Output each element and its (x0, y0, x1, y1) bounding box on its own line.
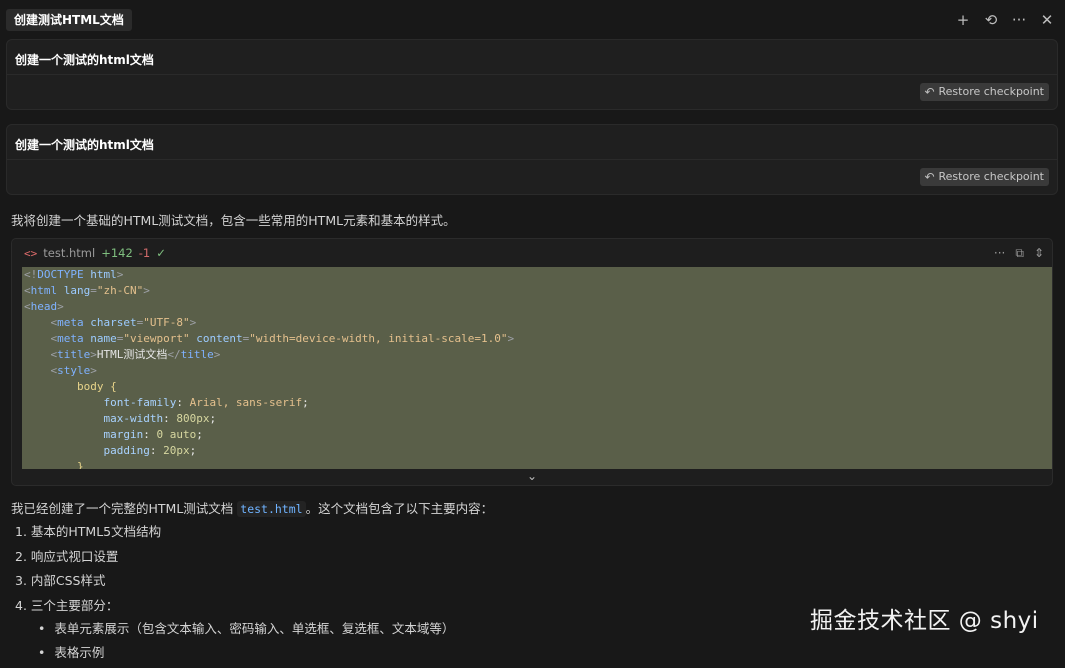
code-block-header: <> test.html +142 -1 ✓ (12, 239, 1052, 267)
restore-label: Restore checkpoint (938, 85, 1045, 98)
list-item: • 表单元素展示（包含文本输入、密码输入、单选框、复选框、文本域等） (38, 620, 454, 644)
code-block-actions: ··· ⧉ ⇕ (994, 239, 1044, 267)
code-edit-block: <> test.html +142 -1 ✓ ··· ⧉ ⇕ <!DOCTYPE… (11, 238, 1053, 486)
close-icon[interactable]: ✕ (1037, 9, 1057, 31)
restore-label: Restore checkpoint (938, 170, 1045, 183)
list-item-text: 表单元素展示（包含文本输入、密码输入、单选框、复选框、文本域等） (54, 621, 455, 636)
header-actions: + ⟲ ··· ✕ (953, 9, 1057, 31)
code-line: body { (24, 380, 117, 393)
expand-code-icon[interactable]: ⌄ (12, 467, 1052, 485)
user-message-text: 创建一个测试的html文档 (15, 53, 154, 67)
more-icon[interactable]: ··· (1009, 9, 1029, 31)
sub-list: • 表单元素展示（包含文本输入、密码输入、单选框、复选框、文本域等） • 表格示… (38, 620, 454, 668)
list-item: 1. 基本的HTML5文档结构 (15, 524, 162, 539)
undo-icon: ↶ (924, 85, 935, 99)
restore-checkpoint-button[interactable]: ↶ Restore checkpoint (920, 83, 1049, 101)
assistant-summary-text: 我已经创建了一个完整的HTML测试文档 test.html 。这个文档包含了以下主… (11, 498, 493, 517)
check-icon: ✓ (156, 246, 166, 260)
list-item: 3. 内部CSS样式 (15, 573, 106, 588)
assistant-intro-text: 我将创建一个基础的HTML测试文档，包含一些常用的HTML元素和基本的样式。 (11, 213, 456, 228)
summary-text-after: 。这个文档包含了以下主要内容： (305, 501, 494, 516)
list-item-text: 表格示例 (54, 645, 105, 660)
code-line: <!DOCTYPE html> (24, 268, 124, 281)
user-message-card: 创建一个测试的html文档 ↶ Restore checkpoint (6, 124, 1058, 195)
inline-filename[interactable]: test.html (237, 501, 306, 517)
user-message-card: 创建一个测试的html文档 ↶ Restore checkpoint (6, 39, 1058, 110)
list-item: • 表格示例 (38, 644, 454, 668)
divider (7, 159, 1057, 160)
chat-tab[interactable]: 创建测试HTML文档 (6, 9, 132, 31)
code-line: max-width: 800px; (24, 412, 217, 425)
chat-header: 创建测试HTML文档 + ⟲ ··· ✕ (0, 0, 1065, 40)
collapse-toggle-icon[interactable]: ⇕ (1034, 246, 1044, 260)
undo-icon: ↶ (924, 170, 935, 184)
code-file-icon: <> (24, 246, 38, 260)
summary-text-before: 我已经创建了一个完整的HTML测试文档 (11, 501, 238, 516)
code-line: <title>HTML测试文档</title> (24, 348, 221, 361)
list-item: 4. 三个主要部分： (15, 597, 119, 613)
list-item: 2. 响应式视口设置 (15, 548, 119, 564)
history-icon[interactable]: ⟲ (981, 9, 1001, 31)
code-filename[interactable]: test.html (43, 246, 95, 260)
code-content: <!DOCTYPE html> <html lang="zh-CN"> <head>… (22, 267, 1052, 469)
code-line: <meta name="viewport" content="width=dev… (24, 332, 515, 345)
copy-icon[interactable]: ⧉ (1015, 246, 1024, 261)
user-message-text: 创建一个测试的html文档 (15, 138, 154, 152)
code-line: font-family: Arial, sans-serif; (24, 396, 309, 409)
more-icon[interactable]: ··· (994, 246, 1005, 260)
watermark: 掘金技术社区 @ shyi (810, 608, 1039, 634)
divider (7, 74, 1057, 75)
bullet: • (38, 645, 46, 660)
code-line: <style> (24, 364, 97, 377)
bullet: • (38, 621, 46, 636)
restore-checkpoint-button[interactable]: ↶ Restore checkpoint (920, 168, 1049, 186)
code-line: <meta charset="UTF-8"> (24, 316, 197, 329)
new-chat-icon[interactable]: + (953, 9, 973, 31)
code-line: margin: 0 auto; (24, 428, 203, 441)
lines-removed: -1 (138, 246, 151, 260)
content-list: 1. 基本的HTML5文档结构 2. 响应式视口设置 3. 内部CSS样式 4.… (15, 522, 161, 620)
code-line: <html lang="zh-CN"> (24, 284, 150, 297)
code-line: <head> (24, 300, 64, 313)
lines-added: +142 (101, 246, 133, 260)
code-line: padding: 20px; (24, 444, 197, 457)
